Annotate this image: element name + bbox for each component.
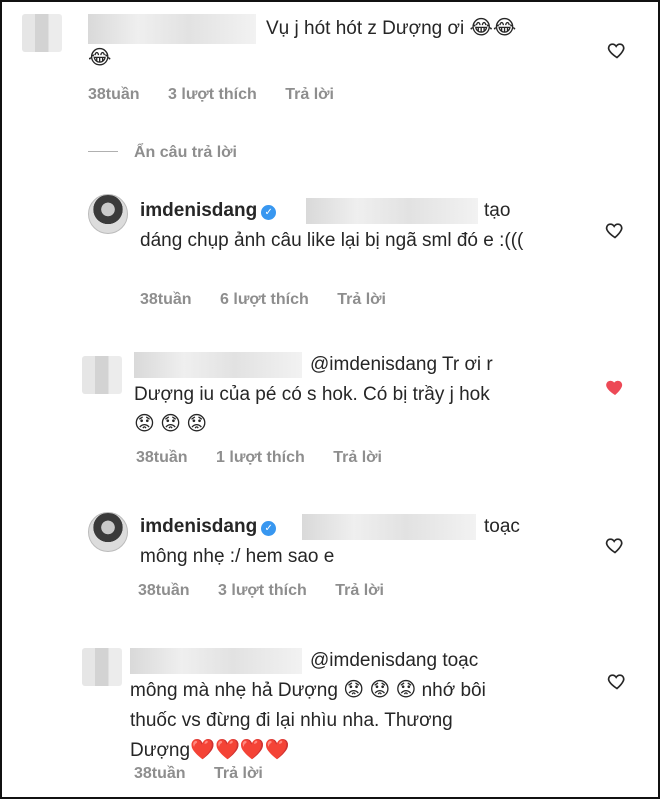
- blurred-username: [130, 648, 302, 674]
- mention-link[interactable]: @imdenisdang: [310, 650, 437, 671]
- comment-text: mông mà nhẹ hả Dượng 😟 😟 😟 nhớ bôi thuốc…: [130, 679, 486, 761]
- worried-face-emoji: 😟: [160, 413, 181, 435]
- likes-count-link[interactable]: 3 lượt thích: [218, 582, 307, 599]
- worried-face-emoji: 😟: [134, 413, 155, 435]
- blurred-username: [88, 14, 256, 44]
- likes-count-link[interactable]: 3 lượt thích: [168, 86, 257, 103]
- comment-time: 38tuần: [134, 765, 186, 782]
- reply-button[interactable]: Trả lời: [335, 582, 384, 599]
- comment-text-after-mention: toạc: [484, 516, 520, 537]
- comment-meta: 38tuần 3 lượt thích Trả lời: [88, 86, 358, 104]
- username-link[interactable]: imdenisdang: [140, 516, 257, 537]
- comment-header: @imdenisdang toạc: [310, 650, 479, 671]
- reply-button[interactable]: Trả lời: [285, 86, 334, 103]
- username-link[interactable]: imdenisdang: [140, 200, 257, 221]
- red-heart-emoji: ❤️: [264, 739, 290, 761]
- tears-of-joy-emoji: 😂: [469, 17, 493, 39]
- verified-badge-icon: ✓: [261, 521, 277, 536]
- comment-meta: 38tuần 1 lượt thích Trả lời: [136, 449, 406, 467]
- heart-outline-icon[interactable]: [607, 671, 627, 691]
- comment-text: dáng chụp ảnh câu like lại bị ngã sml đó…: [140, 230, 524, 251]
- comment-text-after-mention: tạo: [484, 200, 511, 221]
- reply-button[interactable]: Trả lời: [333, 449, 382, 466]
- comment-text: Dượng iu của pé có s hok. Có bị trầy j h…: [134, 384, 490, 435]
- comment-text-line2: 😂: [88, 44, 111, 74]
- comment-time: 38tuần: [140, 291, 192, 308]
- reply-button[interactable]: Trả lời: [214, 765, 263, 782]
- divider-line: [88, 151, 118, 152]
- mention-link[interactable]: @imdenisdang: [310, 354, 437, 375]
- tears-of-joy-emoji: 😂: [88, 47, 112, 69]
- likes-count-link[interactable]: 1 lượt thích: [216, 449, 305, 466]
- hide-replies-label: Ẩn câu trả lời: [134, 144, 237, 161]
- blurred-mention: [306, 198, 478, 224]
- comment-meta: 38tuần Trả lời: [134, 765, 287, 783]
- heart-outline-icon[interactable]: [605, 220, 625, 240]
- blurred-avatar: [82, 356, 122, 394]
- blurred-username: [134, 352, 302, 378]
- comment-text: Vụ j hót hót z Dượng ơi 😂😂: [266, 17, 517, 39]
- hide-replies-button[interactable]: Ẩn câu trả lời: [88, 144, 237, 162]
- red-heart-emoji: ❤️: [190, 739, 215, 761]
- heart-outline-icon[interactable]: [607, 40, 627, 60]
- worried-face-emoji: 😟: [343, 679, 365, 701]
- likes-count-link[interactable]: 6 lượt thích: [220, 291, 309, 308]
- verified-badge-icon: ✓: [261, 205, 277, 220]
- comment-time: 38tuần: [138, 582, 190, 599]
- heart-filled-icon[interactable]: [605, 377, 625, 397]
- comment-text: mông nhẹ :/ hem sao e: [140, 546, 335, 567]
- comment-time: 38tuần: [136, 449, 188, 466]
- blurred-mention: [302, 514, 476, 540]
- worried-face-emoji: 😟: [186, 413, 208, 435]
- worried-face-emoji: 😟: [395, 679, 417, 701]
- tears-of-joy-emoji: 😂: [492, 17, 517, 39]
- avatar[interactable]: [88, 194, 128, 234]
- red-heart-emoji: ❤️: [214, 739, 240, 761]
- avatar[interactable]: [88, 512, 128, 552]
- blurred-avatar: [82, 648, 122, 686]
- comment-time: 38tuần: [88, 86, 140, 103]
- reply-button[interactable]: Trả lời: [337, 291, 386, 308]
- blurred-avatar: [22, 14, 62, 52]
- comment-meta: 38tuần 3 lượt thích Trả lời: [138, 582, 408, 600]
- comment-header: @imdenisdang Tr ơi r: [310, 354, 493, 375]
- heart-outline-icon[interactable]: [605, 535, 625, 555]
- red-heart-emoji: ❤️: [239, 739, 265, 761]
- worried-face-emoji: 😟: [369, 679, 391, 701]
- comment-meta: 38tuần 6 lượt thích Trả lời: [140, 291, 410, 309]
